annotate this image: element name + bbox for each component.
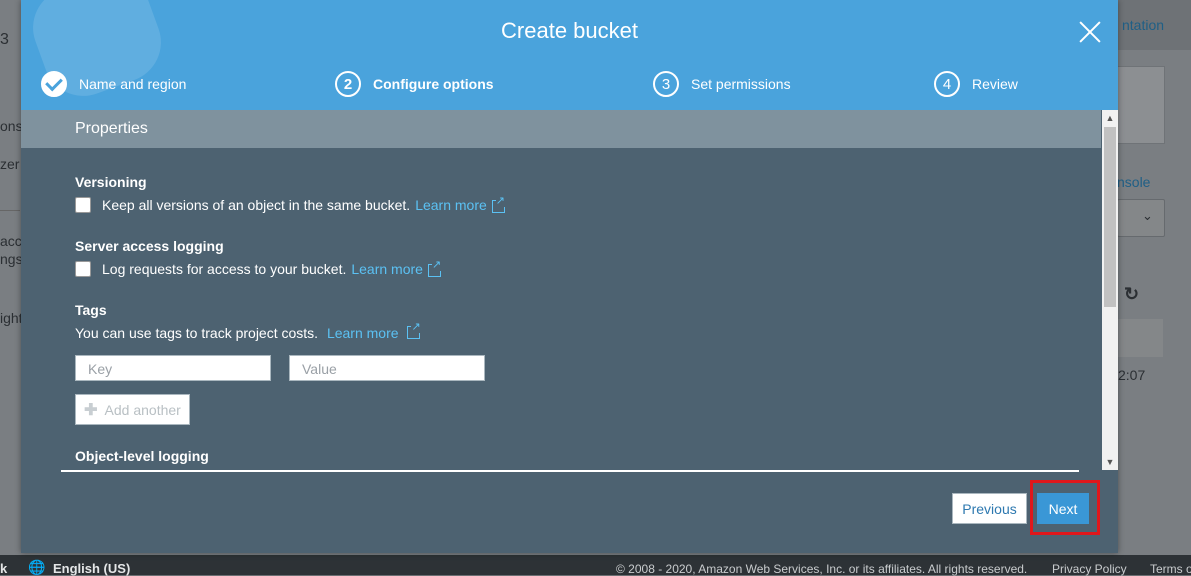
scroll-up-arrow-icon[interactable]: ▲ [1102, 110, 1118, 126]
bg-link: nsole [1117, 174, 1151, 190]
tags-learn-more-link[interactable]: Learn more [327, 325, 399, 341]
add-another-label: Add another [104, 401, 181, 418]
add-another-tag-button[interactable]: ✚ Add another [75, 394, 190, 425]
logging-label: Log requests for access to your bucket. [102, 261, 347, 277]
checkmark-icon [41, 71, 67, 97]
modal-header: Create bucket Name and region 2 Configur… [21, 0, 1118, 110]
logging-row: Log requests for access to your bucket. … [75, 258, 442, 277]
bg-fragment: acc [0, 233, 22, 249]
external-link-icon [491, 194, 505, 213]
content-divider [61, 470, 1079, 472]
globe-icon: 🌐 [28, 559, 46, 575]
plus-icon: ✚ [84, 401, 98, 419]
bg-fragment: ngs [0, 251, 23, 267]
versioning-title: Versioning [75, 174, 147, 190]
chevron-down-icon: ⌄ [1142, 208, 1153, 223]
step-label: Configure options [373, 76, 494, 92]
bg-select: ⌄ [1117, 199, 1165, 237]
bg-time: 2:07 [1118, 367, 1146, 383]
tags-description: You can use tags to track project costs. [75, 325, 319, 341]
bg-fragment: zer [0, 156, 20, 172]
step-name-and-region[interactable]: Name and region [41, 71, 186, 97]
bg-band [1117, 319, 1163, 357]
step-configure-options[interactable]: 2 Configure options [335, 71, 494, 97]
external-link-icon [427, 258, 442, 277]
footer-feedback[interactable]: k [0, 561, 7, 576]
versioning-row: Keep all versions of an object in the sa… [75, 194, 505, 213]
terms-link[interactable]: Terms o [1150, 562, 1191, 576]
object-level-logging-title: Object-level logging [75, 448, 209, 464]
modal-title: Create bucket [501, 18, 638, 43]
step-number: 3 [653, 71, 679, 97]
tag-value-input[interactable]: Value [289, 355, 485, 381]
tags-title: Tags [75, 302, 107, 318]
privacy-link[interactable]: Privacy Policy [1052, 562, 1127, 576]
refresh-icon: ↻ [1124, 284, 1140, 304]
scroll-thumb[interactable] [1104, 127, 1116, 307]
bg-link: ntation [1122, 17, 1165, 33]
tag-key-input[interactable]: Key [75, 355, 271, 381]
tags-description-row: You can use tags to track project costs.… [75, 321, 421, 341]
external-link-icon [407, 321, 421, 339]
copyright-text: © 2008 - 2020, Amazon Web Services, Inc.… [616, 562, 1028, 576]
properties-title: Properties [75, 120, 148, 137]
bg-card [1117, 66, 1165, 144]
previous-button[interactable]: Previous [952, 493, 1027, 524]
bg-divider [0, 210, 20, 211]
step-label: Name and region [79, 76, 187, 92]
versioning-label: Keep all versions of an object in the sa… [102, 197, 411, 213]
server-access-logging-title: Server access logging [75, 238, 224, 254]
footer: k 🌐 English (US) © 2008 - 2020, Amazon W… [0, 555, 1191, 576]
step-number: 4 [934, 71, 960, 97]
step-set-permissions[interactable]: 3 Set permissions [653, 71, 791, 97]
step-review[interactable]: 4 Review [934, 71, 1018, 97]
language-selector[interactable]: English (US) [53, 561, 130, 576]
scrollbar[interactable]: ▲ ▼ [1102, 110, 1118, 470]
step-label: Review [972, 76, 1018, 92]
step-number: 2 [335, 71, 361, 97]
versioning-checkbox[interactable] [75, 197, 91, 213]
bg-fragment: ons [0, 118, 23, 134]
bg-fragment: ight [0, 310, 23, 326]
bg-fragment: 3 [0, 31, 9, 48]
scroll-down-arrow-icon[interactable]: ▼ [1102, 454, 1118, 470]
create-bucket-modal: Create bucket Name and region 2 Configur… [21, 0, 1118, 553]
properties-header: Properties [21, 110, 1101, 148]
next-button[interactable]: Next [1037, 493, 1089, 524]
step-label: Set permissions [691, 76, 791, 92]
versioning-learn-more-link[interactable]: Learn more [415, 197, 487, 213]
close-icon[interactable] [1076, 18, 1104, 46]
logging-checkbox[interactable] [75, 261, 91, 277]
logging-learn-more-link[interactable]: Learn more [351, 261, 423, 277]
